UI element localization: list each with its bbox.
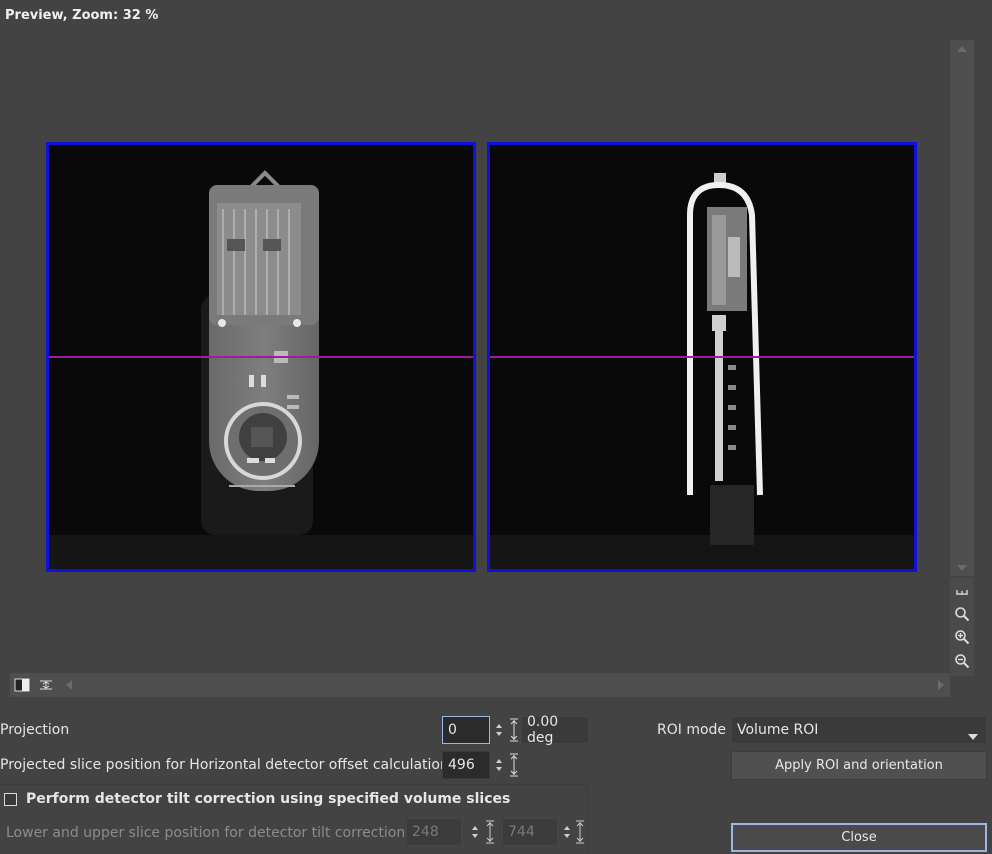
tilt-lower-input[interactable]: 248	[406, 818, 462, 846]
projection-fit-icon[interactable]	[507, 716, 521, 744]
projection-spinner[interactable]	[492, 716, 506, 744]
scroll-up-arrow[interactable]	[957, 46, 967, 52]
scroll-right-arrow[interactable]	[938, 680, 944, 690]
fit-width-icon[interactable]	[950, 580, 974, 602]
projection-input[interactable]: 0	[442, 716, 490, 744]
contrast-icon[interactable]	[14, 678, 30, 692]
projection-view-right[interactable]	[487, 142, 917, 572]
tilt-correction-group: Perform detector tilt correction using s…	[0, 784, 588, 854]
tilt-upper-fit-icon[interactable]	[573, 818, 587, 846]
expand-icon[interactable]	[38, 678, 54, 692]
roi-mode-label: ROI mode	[657, 722, 727, 738]
projection-view-left[interactable]	[46, 142, 476, 572]
close-button[interactable]: Close	[731, 823, 987, 852]
tilt-lower-spinner[interactable]	[468, 818, 482, 846]
vertical-scrollbar[interactable]	[950, 40, 974, 576]
preview-title: Preview, Zoom: 32 %	[5, 8, 159, 23]
scroll-left-arrow[interactable]	[66, 680, 72, 690]
tilt-checkbox[interactable]	[4, 793, 17, 806]
tilt-checkbox-label[interactable]: Perform detector tilt correction using s…	[26, 791, 510, 807]
tilt-lower-fit-icon[interactable]	[483, 818, 497, 846]
zoom-toolbar	[950, 578, 974, 676]
offset-spinner[interactable]	[492, 751, 506, 779]
tilt-range-label: Lower and upper slice position for detec…	[6, 825, 406, 841]
scroll-down-arrow[interactable]	[957, 565, 967, 571]
slice-position-line-left[interactable]	[49, 356, 473, 358]
roi-mode-select[interactable]: Volume ROI	[731, 716, 987, 744]
tilt-upper-input[interactable]: 744	[502, 818, 558, 846]
horizontal-scrollbar[interactable]	[10, 673, 950, 697]
zoom-in-icon[interactable]	[950, 626, 974, 648]
apply-roi-button[interactable]: Apply ROI and orientation	[731, 751, 987, 780]
roi-mode-value: Volume ROI	[737, 722, 819, 738]
chevron-down-icon	[968, 728, 978, 744]
projection-label: Projection	[0, 722, 70, 738]
angle-display: 0.00 deg	[521, 714, 589, 746]
zoom-icon[interactable]	[950, 603, 974, 625]
offset-fit-icon[interactable]	[507, 751, 521, 779]
offset-label: Projected slice position for Horizontal …	[0, 757, 449, 773]
zoom-out-icon[interactable]	[950, 650, 974, 672]
offset-input[interactable]: 496	[442, 751, 490, 779]
tilt-upper-spinner[interactable]	[560, 818, 574, 846]
slice-position-line-right[interactable]	[490, 356, 914, 358]
